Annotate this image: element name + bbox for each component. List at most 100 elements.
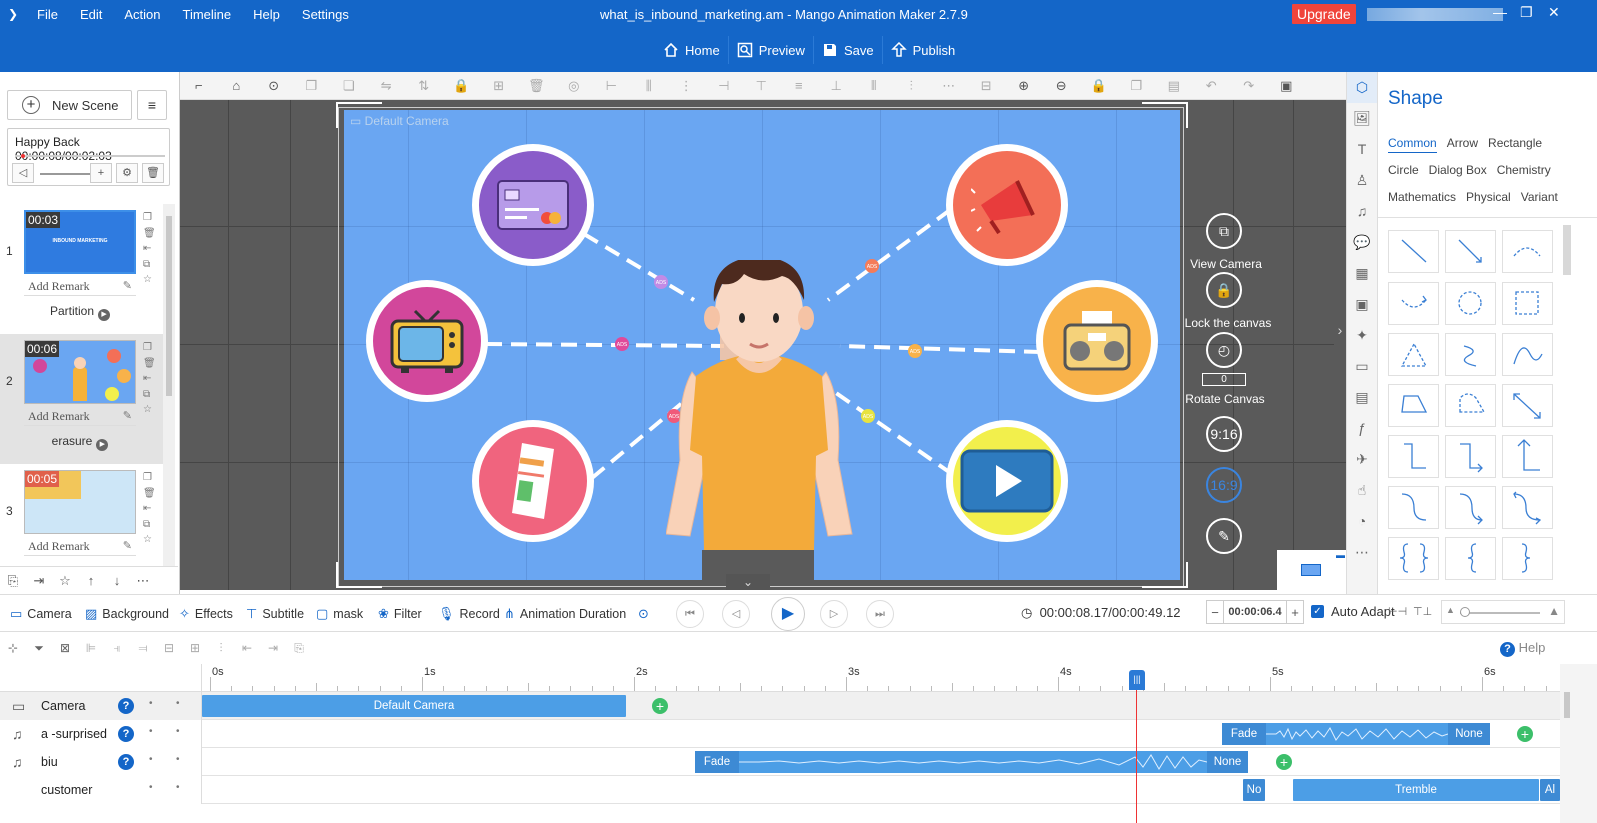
timeline-ruler[interactable]: 0s 1s 2s 3s 4s 5s 6s	[202, 664, 1560, 692]
edit-icon[interactable]: ✎	[123, 276, 132, 296]
distribute-icon[interactable]: ⋮	[668, 78, 706, 94]
delete-icon[interactable]: 🗑	[518, 78, 556, 94]
zoom-in-icon[interactable]: ⊕	[1005, 78, 1043, 94]
tab-physical[interactable]: Physical	[1466, 184, 1511, 211]
add-music-icon[interactable]: +	[90, 163, 112, 183]
undo-icon[interactable]: ↶	[1193, 78, 1231, 94]
fade-out-label[interactable]: None	[1448, 723, 1490, 745]
prev-frame-button[interactable]: ◁	[722, 600, 750, 628]
export-icon[interactable]: ⇥	[26, 573, 52, 589]
add-keyframe-button[interactable]: +	[1517, 726, 1533, 742]
distribute-h-icon[interactable]: ⫶	[893, 78, 931, 94]
more-options-icon[interactable]: ⊙	[255, 78, 293, 94]
help-link[interactable]: ? Help	[1500, 640, 1545, 657]
menu-settings[interactable]: Settings	[291, 7, 360, 22]
edit-icon[interactable]: ✎	[123, 536, 132, 556]
delete-music-icon[interactable]: 🗑	[142, 163, 164, 183]
add-keyframe-button[interactable]: +	[1276, 754, 1292, 770]
filter-button[interactable]: ❀ Filter	[378, 606, 422, 622]
zoom-in-icon[interactable]: ▲	[1548, 604, 1560, 618]
scene-side-tools[interactable]: ❐ 🗑 ⇤ ⧉ ☆	[143, 340, 156, 418]
zoom-out-icon[interactable]: ▲	[1446, 605, 1455, 615]
menu-timeline[interactable]: Timeline	[172, 7, 243, 22]
audio-clip[interactable]: Fade None	[695, 751, 1248, 773]
tv-bubble[interactable]	[366, 280, 488, 402]
lock-icon[interactable]: 🔒	[443, 78, 481, 94]
menu-action[interactable]: Action	[113, 7, 171, 22]
split-track-icon[interactable]: ⊞	[182, 641, 208, 655]
rotate-value-input[interactable]: 0	[1202, 373, 1246, 386]
go-start-button[interactable]: ⏮	[676, 600, 704, 628]
ratio-16-9-button[interactable]: 16:9	[1206, 467, 1242, 503]
music-progress[interactable]	[15, 154, 165, 158]
tab-mathematics[interactable]: Mathematics	[1388, 184, 1456, 211]
video-bubble[interactable]	[946, 420, 1068, 542]
new-scene-button[interactable]: + New Scene	[7, 90, 132, 120]
canvas-stage[interactable]: ▭ Default Camera ADS ADS ADS ADS ADS ADS…	[180, 100, 1346, 590]
next-frame-button[interactable]: ▷	[820, 600, 848, 628]
zoom-out-icon[interactable]: ⊖	[1043, 78, 1081, 94]
music-category-icon[interactable]: ♫	[1347, 196, 1377, 227]
canvas-settings-icon[interactable]: ▣	[1268, 78, 1306, 94]
align-bottom-icon[interactable]: ⊥	[818, 78, 856, 94]
camera-clip[interactable]: Default Camera	[202, 695, 626, 717]
effects-category-icon[interactable]: ✦	[1347, 320, 1377, 351]
lock-dot[interactable]: •	[176, 754, 180, 765]
copy-icon[interactable]: ❐	[1118, 78, 1156, 94]
help-icon[interactable]: ?	[118, 726, 134, 742]
volume-slider[interactable]	[40, 173, 90, 175]
menu-edit[interactable]: Edit	[69, 7, 113, 22]
move-up-icon[interactable]: ↑	[78, 573, 104, 588]
character-figure[interactable]	[666, 260, 856, 580]
scene-list-scrollbar[interactable]	[163, 204, 175, 579]
add-keyframe-button[interactable]: +	[652, 698, 668, 714]
animation-clip[interactable]: Al	[1540, 779, 1560, 801]
scene-thumbnail[interactable]: 00:03 INBOUND MARKETING	[24, 210, 136, 274]
delete-track-icon[interactable]: ⊠	[52, 641, 78, 655]
align-center-icon[interactable]: ⫼	[630, 78, 668, 94]
playhead[interactable]	[1136, 672, 1137, 823]
menu-help[interactable]: Help	[242, 7, 291, 22]
scene-side-tools[interactable]: ❐ 🗑 ⇤ ⧉ ☆	[143, 210, 156, 288]
scene-remark[interactable]: Add Remark ✎	[24, 406, 136, 426]
minimap-toggle-icon[interactable]: ▬	[1336, 550, 1345, 560]
favorite-icon[interactable]: ☆	[52, 573, 78, 589]
lock-canvas-icon[interactable]: 🔒	[1206, 272, 1242, 308]
preview-button[interactable]: Preview	[727, 36, 813, 64]
time-stepper[interactable]: − +	[1206, 600, 1304, 624]
edit-canvas-icon[interactable]: ✎	[1206, 518, 1242, 554]
tab-arrow[interactable]: Arrow	[1447, 130, 1478, 157]
distribute-v-icon[interactable]: ⋯	[930, 78, 968, 94]
scene-canvas[interactable]: ▭ Default Camera ADS ADS ADS ADS ADS ADS	[344, 110, 1180, 580]
collapse-panel-icon[interactable]: ›	[1334, 280, 1346, 380]
megaphone-bubble[interactable]	[946, 144, 1068, 266]
import-icon[interactable]: ⎘	[0, 573, 26, 589]
rotate-canvas-icon[interactable]: ◴	[1206, 332, 1242, 368]
help-icon[interactable]: ?	[118, 754, 134, 770]
minimize-icon[interactable]: —	[1493, 4, 1507, 20]
visibility-dot[interactable]: •	[149, 698, 153, 709]
distribute-track-icon[interactable]: ⫶	[208, 641, 234, 656]
scene-thumbnail[interactable]: 00:05	[24, 470, 136, 534]
more-category-icon[interactable]: ⋯	[1347, 537, 1377, 568]
track-camera[interactable]: ▭ Camera ? • • Default Camera +	[0, 692, 1560, 720]
flip-horizontal-icon[interactable]: ⇋	[368, 78, 406, 94]
animation-clip[interactable]: Tremble	[1293, 779, 1539, 801]
tab-chemistry[interactable]: Chemistry	[1497, 157, 1551, 184]
animation-duration-button[interactable]: ⋔ Animation Duration	[504, 606, 626, 622]
scene-remark[interactable]: Add Remark ✎	[24, 536, 136, 556]
merge-track-icon[interactable]: ⊟	[156, 641, 182, 655]
audio-clip[interactable]: Fade None	[1222, 723, 1490, 745]
tab-variant[interactable]: Variant	[1521, 184, 1558, 211]
tab-dialog-box[interactable]: Dialog Box	[1429, 157, 1487, 184]
home-canvas-icon[interactable]: ⌂	[218, 78, 256, 93]
redo-icon[interactable]: ↷	[1230, 78, 1268, 94]
scene-remark[interactable]: Add Remark ✎	[24, 276, 136, 296]
scene-item-3[interactable]: 3 00:05 Add Remark ✎ ❐ 🗑 ⇤ ⧉ ☆	[0, 464, 170, 566]
lock-dot[interactable]: •	[176, 698, 180, 709]
align-right-track-icon[interactable]: ⫣	[104, 641, 130, 656]
shape-category-icon[interactable]: ⬡	[1347, 72, 1377, 103]
gesture-category-icon[interactable]: ☝	[1347, 475, 1377, 506]
align-left-track-icon[interactable]: ⊫	[78, 641, 104, 655]
volume-icon[interactable]: ◁	[12, 163, 34, 183]
